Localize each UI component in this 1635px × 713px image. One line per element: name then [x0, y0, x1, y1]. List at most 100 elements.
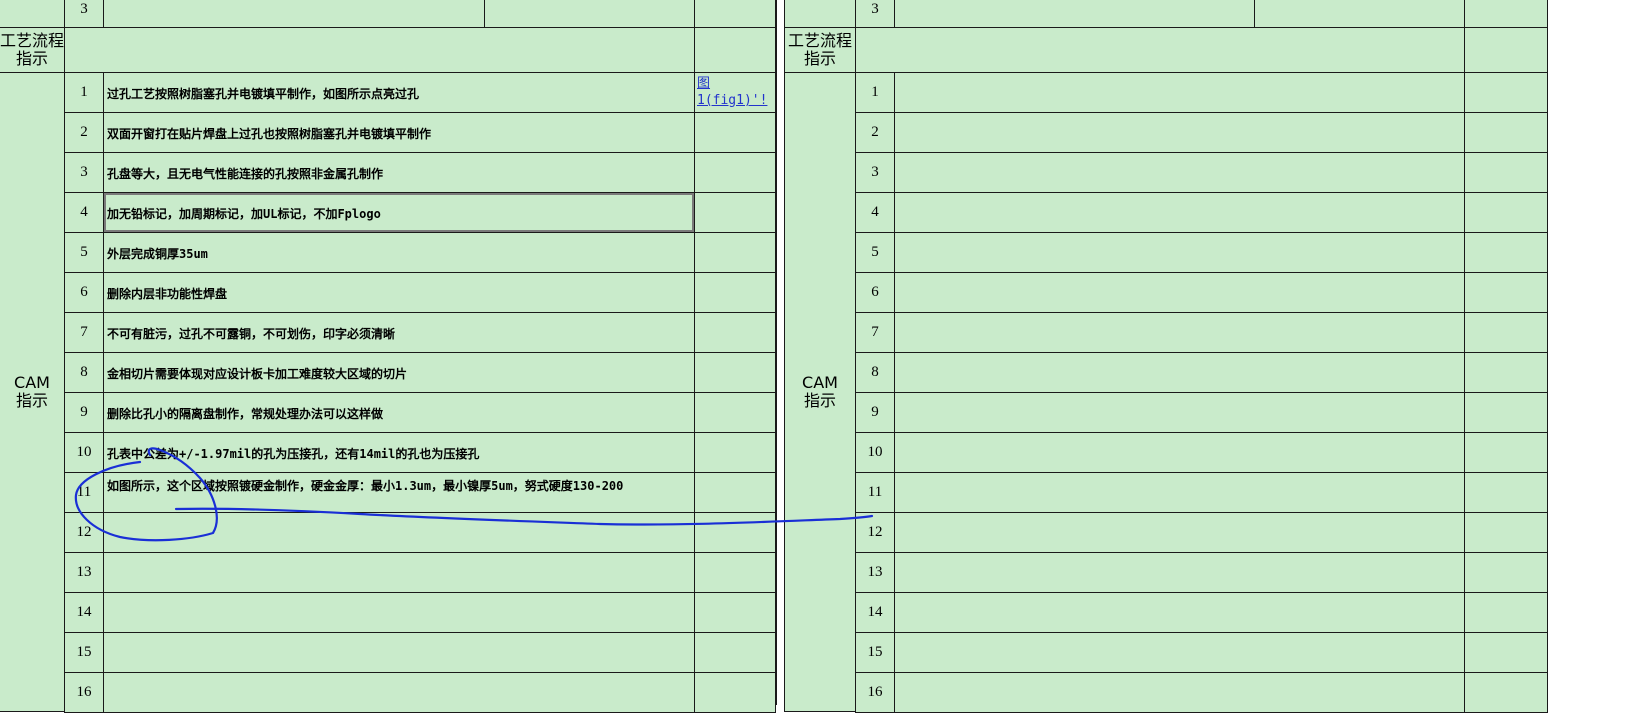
- note-cell-13[interactable]: [694, 552, 776, 593]
- instruction-cell-5[interactable]: 外层完成铜厚35um: [103, 232, 695, 273]
- note-cell-16[interactable]: [694, 672, 776, 713]
- process-flow-label: 工艺流程 指示: [0, 27, 65, 73]
- right-note-cell-12[interactable]: [1464, 512, 1548, 553]
- left-top-row-number: 3: [64, 0, 104, 28]
- right-top-cell-b: [1254, 0, 1465, 28]
- instruction-cell-2[interactable]: 双面开窗打在贴片焊盘上过孔也按照树脂塞孔并电镀填平制作: [103, 112, 695, 153]
- note-cell-15[interactable]: [694, 632, 776, 673]
- right-row-number: 7: [855, 312, 895, 353]
- right-note-cell-16[interactable]: [1464, 672, 1548, 713]
- right-instruction-cell-9[interactable]: [894, 392, 1465, 433]
- instruction-cell-11[interactable]: 如图所示，这个区域按照镀硬金制作，硬金金厚：最小1.3um，最小镍厚5um，努式…: [103, 472, 695, 513]
- process-flow-note-cell[interactable]: [694, 27, 776, 73]
- right-instruction-cell-14[interactable]: [894, 592, 1465, 633]
- instruction-cell-9[interactable]: 删除比孔小的隔离盘制作，常规处理办法可以这样做: [103, 392, 695, 433]
- right-note-cell-9[interactable]: [1464, 392, 1548, 433]
- right-instruction-cell-11[interactable]: [894, 472, 1465, 513]
- right-row-number: 9: [855, 392, 895, 433]
- instruction-cell-16[interactable]: [103, 672, 695, 713]
- right-instruction-cell-1[interactable]: [894, 72, 1465, 113]
- right-note-cell-8[interactable]: [1464, 352, 1548, 393]
- right-row-number: 12: [855, 512, 895, 553]
- right-top-row-number: 3: [855, 0, 895, 28]
- left-row-number: 13: [64, 552, 104, 593]
- right-note-cell-5[interactable]: [1464, 232, 1548, 273]
- note-cell-8[interactable]: [694, 352, 776, 393]
- figure-link[interactable]: 图 1(fig1)'!: [694, 72, 776, 113]
- left-row-number: 10: [64, 432, 104, 473]
- right-note-cell-11[interactable]: [1464, 472, 1548, 513]
- cam-instruction-label: CAM 指示: [0, 72, 65, 712]
- right-note-cell-7[interactable]: [1464, 312, 1548, 353]
- right-instruction-cell-2[interactable]: [894, 112, 1465, 153]
- right-row-number: 14: [855, 592, 895, 633]
- right-note-cell-6[interactable]: [1464, 272, 1548, 313]
- right-row-number: 13: [855, 552, 895, 593]
- right-row-number: 10: [855, 432, 895, 473]
- left-row-number: 4: [64, 192, 104, 233]
- note-cell-2[interactable]: [694, 112, 776, 153]
- instruction-cell-14[interactable]: [103, 592, 695, 633]
- right-instruction-cell-5[interactable]: [894, 232, 1465, 273]
- left-row-number: 11: [64, 472, 104, 513]
- right-note-cell-1[interactable]: [1464, 72, 1548, 113]
- right-instruction-cell-13[interactable]: [894, 552, 1465, 593]
- right-row-number: 2: [855, 112, 895, 153]
- right-instruction-cell-7[interactable]: [894, 312, 1465, 353]
- right-note-cell-3[interactable]: [1464, 152, 1548, 193]
- right-instruction-cell-4[interactable]: [894, 192, 1465, 233]
- left-row-number: 3: [64, 152, 104, 193]
- note-cell-14[interactable]: [694, 592, 776, 633]
- right-instruction-cell-15[interactable]: [894, 632, 1465, 673]
- right-note-cell-2[interactable]: [1464, 112, 1548, 153]
- right-note-cell-4[interactable]: [1464, 192, 1548, 233]
- right-instruction-cell-6[interactable]: [894, 272, 1465, 313]
- right-note-cell-14[interactable]: [1464, 592, 1548, 633]
- instruction-cell-13[interactable]: [103, 552, 695, 593]
- right-note-cell-13[interactable]: [1464, 552, 1548, 593]
- block-divider: [776, 0, 777, 705]
- note-cell-5[interactable]: [694, 232, 776, 273]
- left-row-number: 12: [64, 512, 104, 553]
- note-cell-10[interactable]: [694, 432, 776, 473]
- right-instruction-cell-3[interactable]: [894, 152, 1465, 193]
- right-row-number: 8: [855, 352, 895, 393]
- note-cell-6[interactable]: [694, 272, 776, 313]
- instruction-cell-7[interactable]: 不可有脏污，过孔不可露铜，不可划伤，印字必须清晰: [103, 312, 695, 353]
- process-flow-content-cell[interactable]: [64, 27, 695, 73]
- right-instruction-cell-12[interactable]: [894, 512, 1465, 553]
- instruction-cell-1[interactable]: 过孔工艺按照树脂塞孔并电镀填平制作，如图所示点亮过孔: [103, 72, 695, 113]
- instruction-cell-6[interactable]: 删除内层非功能性焊盘: [103, 272, 695, 313]
- right-instruction-cell-16[interactable]: [894, 672, 1465, 713]
- right-row-number: 11: [855, 472, 895, 513]
- note-cell-12[interactable]: [694, 512, 776, 553]
- left-row-number: 14: [64, 592, 104, 633]
- right-process-flow-note-cell[interactable]: [1464, 27, 1548, 73]
- right-instruction-cell-8[interactable]: [894, 352, 1465, 393]
- right-note-cell-10[interactable]: [1464, 432, 1548, 473]
- instruction-cell-12[interactable]: [103, 512, 695, 553]
- left-row-number: 9: [64, 392, 104, 433]
- right-row-number: 6: [855, 272, 895, 313]
- note-cell-4[interactable]: [694, 192, 776, 233]
- right-instruction-cell-10[interactable]: [894, 432, 1465, 473]
- left-row-number: 1: [64, 72, 104, 113]
- note-cell-3[interactable]: [694, 152, 776, 193]
- right-note-cell-15[interactable]: [1464, 632, 1548, 673]
- instruction-cell-3[interactable]: 孔盘等大，且无电气性能连接的孔按照非金属孔制作: [103, 152, 695, 193]
- right-process-flow-label: 工艺流程 指示: [784, 27, 856, 73]
- instruction-cell-4[interactable]: 加无铅标记，加周期标记，加UL标记，不加Fplogo: [103, 192, 695, 233]
- right-row-number: 16: [855, 672, 895, 713]
- instruction-cell-8[interactable]: 金相切片需要体现对应设计板卡加工难度较大区域的切片: [103, 352, 695, 393]
- left-row-number: 7: [64, 312, 104, 353]
- right-process-flow-content-cell[interactable]: [855, 27, 1465, 73]
- left-row-number: 15: [64, 632, 104, 673]
- left-top-cell-a: [103, 0, 485, 28]
- right-top-cell-c: [1464, 0, 1548, 28]
- instruction-cell-15[interactable]: [103, 632, 695, 673]
- note-cell-7[interactable]: [694, 312, 776, 353]
- left-row-number: 5: [64, 232, 104, 273]
- note-cell-9[interactable]: [694, 392, 776, 433]
- note-cell-11[interactable]: [694, 472, 776, 513]
- instruction-cell-10[interactable]: 孔表中公差为+/-1.97mil的孔为压接孔，还有14mil的孔也为压接孔: [103, 432, 695, 473]
